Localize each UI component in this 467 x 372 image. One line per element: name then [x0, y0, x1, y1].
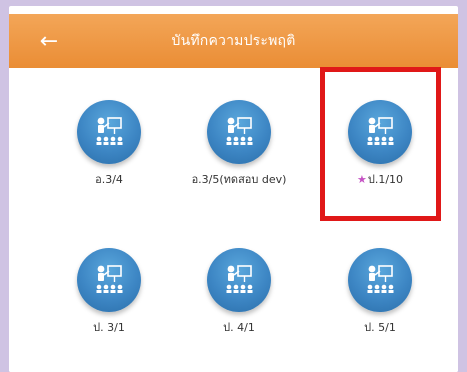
- teacher-classroom-icon: [207, 100, 271, 164]
- teacher-classroom-icon: [348, 248, 412, 312]
- class-tile-p1-10[interactable]: ★ป.1/10: [320, 100, 440, 220]
- class-grid: อ.3/4 อ.3/5(ทดสอบ dev) ★ป.1/10 ป. 3/1 ป.…: [9, 68, 458, 372]
- class-label: อ.3/5(ทดสอบ dev): [191, 173, 287, 186]
- class-tile-p3-1[interactable]: ป. 3/1: [49, 248, 169, 368]
- class-label-text: ป.1/10: [367, 173, 404, 186]
- class-tile-a3-5[interactable]: อ.3/5(ทดสอบ dev): [179, 100, 299, 220]
- app-header: ← บันทึกความประพฤติ: [9, 14, 458, 68]
- class-tile-p4-1[interactable]: ป. 4/1: [179, 248, 299, 368]
- back-button[interactable]: ←: [29, 14, 69, 68]
- class-label: ป. 5/1: [364, 321, 396, 334]
- class-tile-a3-4[interactable]: อ.3/4: [49, 100, 169, 220]
- class-label: ป. 4/1: [223, 321, 255, 334]
- teacher-classroom-icon: [77, 248, 141, 312]
- class-label: ป. 3/1: [93, 321, 125, 334]
- arrow-left-icon: ←: [39, 28, 59, 54]
- class-label: อ.3/4: [95, 173, 123, 186]
- class-tile-p5-1[interactable]: ป. 5/1: [320, 248, 440, 368]
- page-title: บันทึกความประพฤติ: [171, 33, 296, 49]
- teacher-classroom-icon: [348, 100, 412, 164]
- teacher-classroom-icon: [77, 100, 141, 164]
- class-label: ★ป.1/10: [357, 170, 403, 188]
- teacher-classroom-icon: [207, 248, 271, 312]
- star-icon: ★: [356, 173, 367, 186]
- app-frame: ← บันทึกความประพฤติ อ.3/4 อ.3/5(ทดสอบ de…: [9, 6, 458, 372]
